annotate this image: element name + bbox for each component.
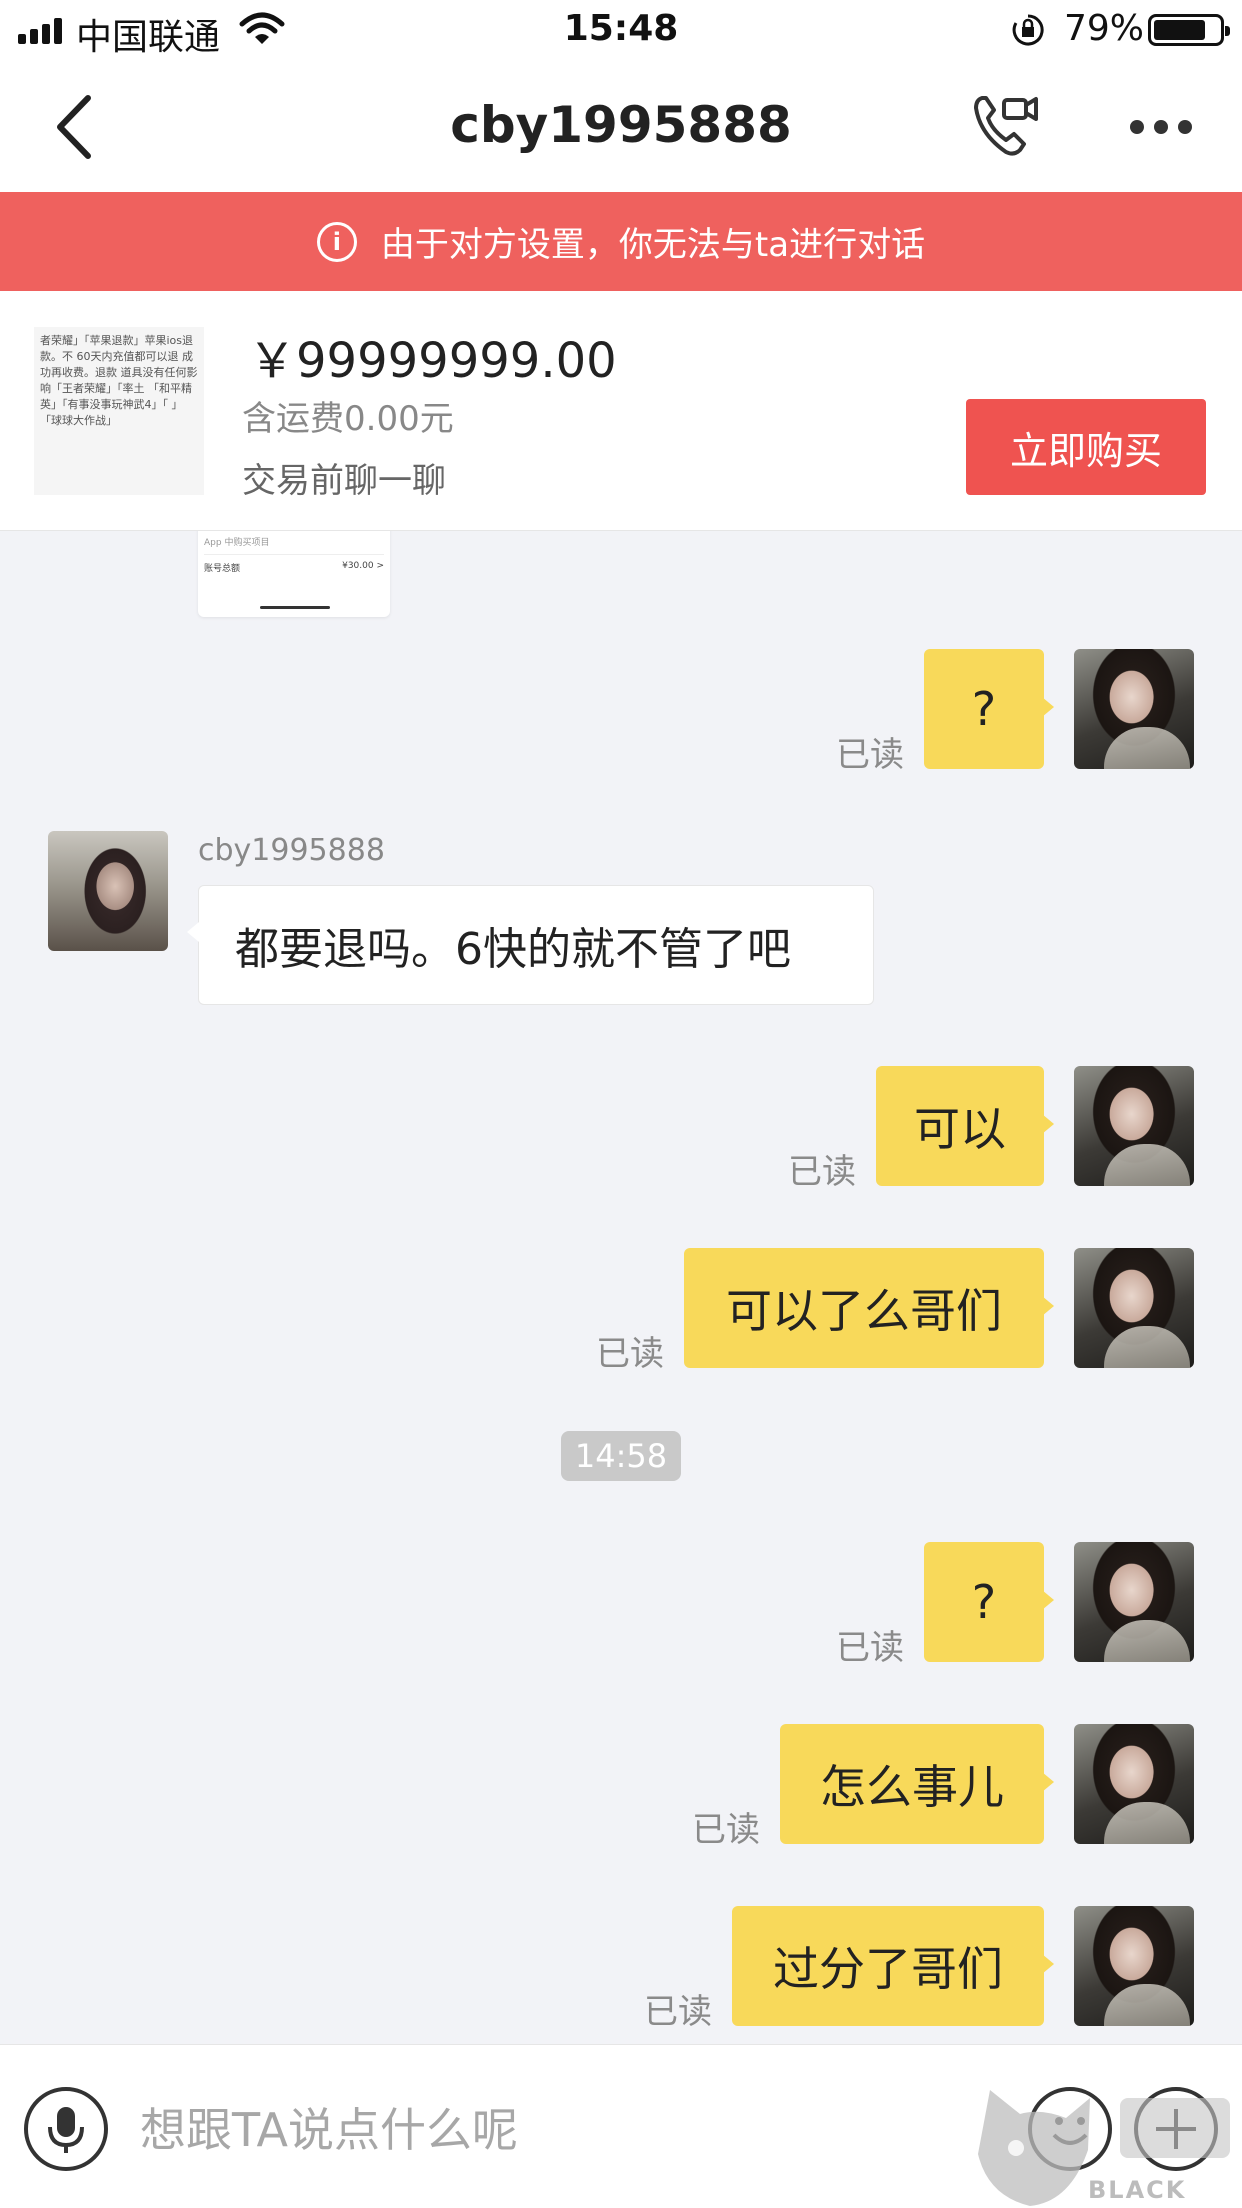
message-bubble-theirs[interactable]: 都要退吗。6快的就不管了吧	[187, 885, 874, 1005]
sender-name: cby1995888	[198, 833, 385, 868]
read-status: 已读	[788, 1152, 856, 1192]
phone-video-icon[interactable]	[970, 90, 1042, 162]
avatar[interactable]	[1074, 1066, 1194, 1186]
battery-percent: 79%	[1064, 8, 1145, 49]
read-status: 已读	[692, 1810, 760, 1850]
read-status: 已读	[596, 1334, 664, 1374]
partial-card-label: 账号总额	[204, 564, 241, 574]
avatar[interactable]	[1074, 1724, 1194, 1844]
clock: 15:48	[563, 8, 679, 49]
shipping-fee: 含运费0.00元	[242, 399, 454, 439]
read-status: 已读	[644, 1992, 712, 2032]
status-bar: 中国联通 15:48 79%	[0, 0, 1242, 62]
product-price: ￥99999999.00	[248, 333, 617, 389]
product-thumbnail[interactable]: 者荣耀」「苹果退款」苹果ios退款。不 60天内充值都可以退 成功再收费。退款 …	[34, 327, 204, 495]
chat-hint: 交易前聊一聊	[242, 461, 446, 501]
message-bubble-mine[interactable]: ?	[924, 649, 1054, 769]
orientation-lock-icon	[1012, 14, 1044, 46]
partial-card-amount: ¥30.00 >	[342, 561, 384, 571]
avatar[interactable]	[1074, 1248, 1194, 1368]
message-bubble-mine[interactable]: 可以	[876, 1066, 1054, 1186]
avatar[interactable]	[1074, 1906, 1194, 2026]
message-bubble-mine[interactable]: 可以了么哥们	[684, 1248, 1054, 1368]
message-bubble-mine[interactable]: ?	[924, 1542, 1054, 1662]
read-status: 已读	[836, 735, 904, 775]
page-title: cby1995888	[450, 96, 792, 154]
more-dots-icon	[1130, 120, 1144, 134]
message-bubble-mine[interactable]: 过分了哥们	[732, 1906, 1054, 2026]
battery-icon	[1148, 14, 1230, 46]
warning-text: 由于对方设置，你无法与ta进行对话	[380, 225, 926, 265]
message-input[interactable]	[140, 2085, 940, 2175]
buy-now-button[interactable]: 立即购买	[966, 399, 1206, 495]
read-status: 已读	[836, 1628, 904, 1668]
avatar[interactable]	[48, 831, 168, 951]
timestamp: 14:58	[561, 1431, 681, 1481]
watermark-text: BLACK CAT	[1088, 2176, 1187, 2208]
more-button[interactable]	[1130, 120, 1192, 134]
message-bubble-mine[interactable]: 怎么事儿	[780, 1724, 1054, 1844]
warning-banner: i 由于对方设置，你无法与ta进行对话	[0, 192, 1242, 291]
microphone-icon	[48, 2107, 84, 2153]
info-icon: i	[316, 221, 357, 262]
avatar[interactable]	[1074, 1542, 1194, 1662]
image-message-partial[interactable]: App 中购买项目 账号总额 ¥30.00 >	[198, 531, 390, 617]
voice-button[interactable]	[24, 2087, 108, 2171]
nav-bar: cby1995888	[0, 62, 1242, 192]
chat-area[interactable]: App 中购买项目 账号总额 ¥30.00 > ? 已读 cby1995888 …	[0, 531, 1242, 2044]
partial-card-caption: App 中购买项目	[204, 538, 270, 548]
avatar[interactable]	[1074, 649, 1194, 769]
product-card[interactable]: 者荣耀」「苹果退款」苹果ios退款。不 60天内充值都可以退 成功再收费。退款 …	[0, 291, 1242, 531]
